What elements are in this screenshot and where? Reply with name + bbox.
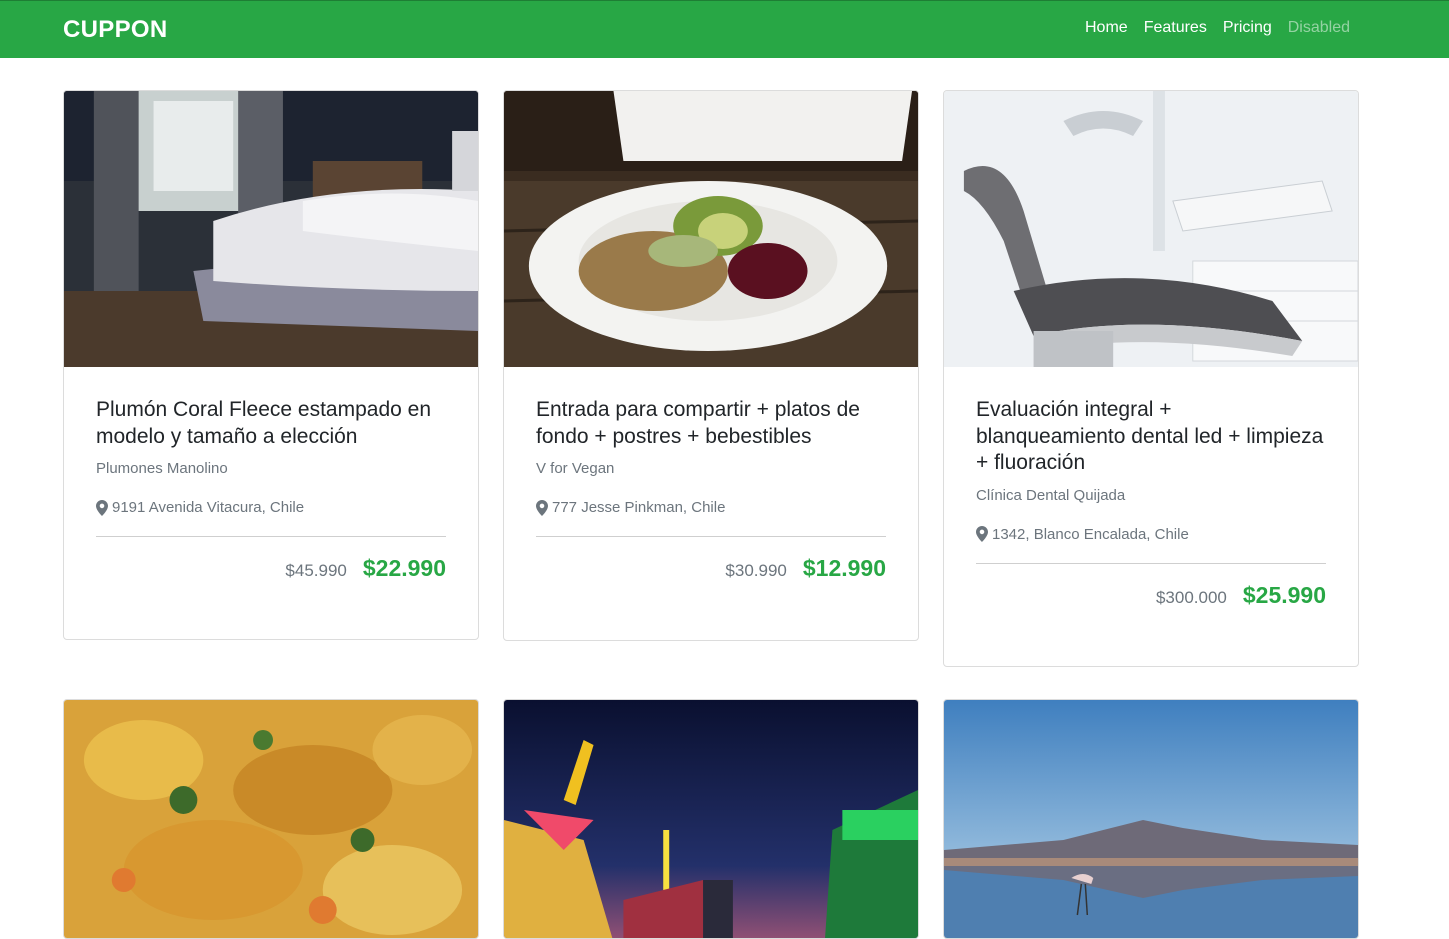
bedroom-photo[interactable] [64,91,478,367]
top-navbar: CUPPON Home Features Pricing Disabled [0,0,1449,58]
deal-location: 9191 Avenida Vitacura, Chile [96,499,446,516]
price-row: $30.990 $12.990 [536,555,886,582]
brand-logo[interactable]: CUPPON [63,16,167,44]
card-body: Evaluación integral + blanqueamiento den… [944,367,1358,609]
original-price: $45.990 [285,561,347,580]
deal-card[interactable]: Evaluación integral + blanqueamiento den… [943,90,1359,667]
location-text: 1342, Blanco Encalada, Chile [992,525,1189,543]
card-body: Entrada para compartir + platos de fondo… [504,367,918,582]
location-text: 9191 Avenida Vitacura, Chile [112,499,305,516]
deal-title[interactable]: Plumón Coral Fleece estampado en modelo … [96,397,446,450]
nav-link-home[interactable]: Home [1085,19,1128,37]
merchant-name: Clínica Dental Quijada [976,486,1126,504]
stew-photo[interactable] [64,700,478,938]
deal-location: 777 Jesse Pinkman, Chile [536,499,886,516]
deal-location: 1342, Blanco Encalada, Chile [976,526,1326,543]
map-marker-icon [96,499,108,516]
divider [536,536,886,537]
price-row: $300.000 $25.990 [976,582,1326,609]
original-price: $30.990 [725,561,787,580]
deal-price: $12.990 [802,555,886,581]
vegan-dish-photo[interactable] [504,91,918,367]
dental-chair-photo[interactable] [944,91,1358,367]
deal-card[interactable]: Entrada para compartir + platos de fondo… [503,90,919,641]
deal-price: $22.990 [362,555,446,581]
deal-title[interactable]: Evaluación integral + blanqueamiento den… [976,397,1326,477]
deal-card[interactable] [63,699,479,939]
deal-title[interactable]: Entrada para compartir + platos de fondo… [536,397,886,450]
merchant-name: V for Vegan [536,460,615,477]
card-body: Plumón Coral Fleece estampado en modelo … [64,367,478,582]
map-marker-icon [976,526,988,542]
nav-link-pricing[interactable]: Pricing [1223,19,1272,37]
divider [96,536,446,537]
deal-card[interactable]: Plumón Coral Fleece estampado en modelo … [63,90,479,640]
map-marker-icon [536,499,548,516]
deal-card[interactable] [943,699,1359,939]
location-text: 777 Jesse Pinkman, Chile [552,499,726,516]
deal-card[interactable] [503,699,919,939]
divider [976,562,1326,564]
flamingo-lake-photo[interactable] [944,700,1358,938]
nav-links: Home Features Pricing Disabled [1069,19,1350,37]
original-price: $300.000 [1155,587,1227,607]
nav-link-disabled: Disabled [1287,19,1350,36]
price-row: $45.990 $22.990 [96,555,446,582]
deal-price: $25.990 [1242,581,1326,608]
fairground-night-photo[interactable] [504,700,918,938]
merchant-name: Plumones Manolino [96,460,228,477]
nav-link-features[interactable]: Features [1144,19,1207,37]
